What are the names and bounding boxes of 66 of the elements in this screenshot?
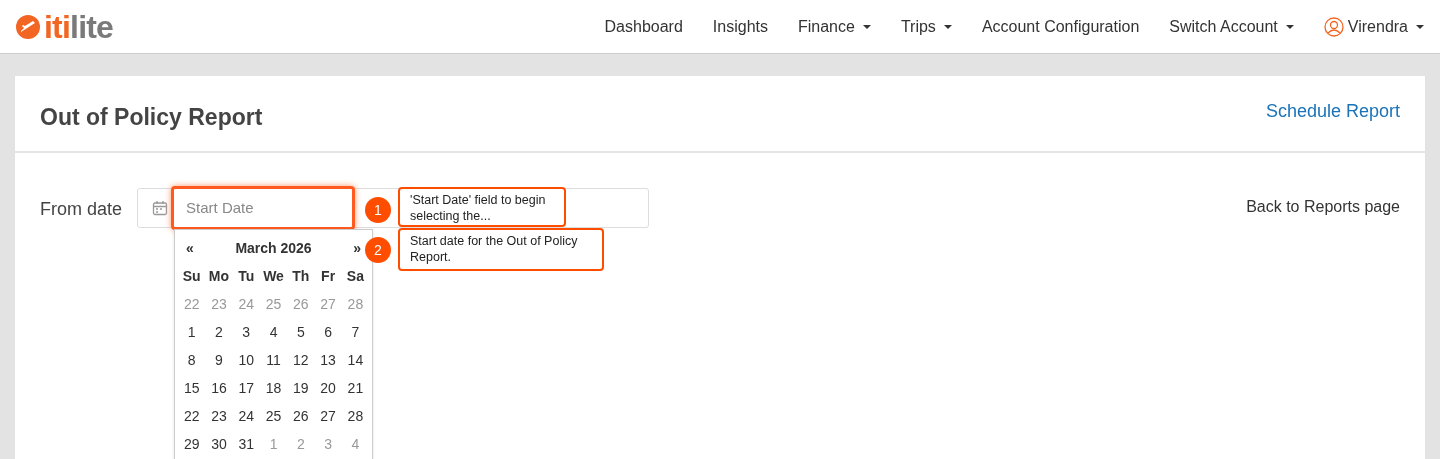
annotation-callout: Start date for the Out of Policy Report. xyxy=(398,228,604,271)
nav-link[interactable]: Account Configuration xyxy=(981,14,1140,39)
calendar-icon xyxy=(152,200,169,216)
calendar-day[interactable]: 31 xyxy=(232,430,260,458)
annotation-number-badge: 2 xyxy=(365,237,391,263)
calendar-day[interactable]: 28 xyxy=(341,402,370,430)
weekday-label: Su xyxy=(181,266,202,286)
user-menu[interactable]: Virendra xyxy=(1323,14,1424,39)
weekday-label: Mo xyxy=(207,266,231,286)
calendar-day[interactable]: 30 xyxy=(205,430,233,458)
calendar-day[interactable]: 11 xyxy=(259,346,288,374)
logo-text: itilite xyxy=(44,10,114,43)
start-date-input[interactable]: Start Date xyxy=(171,186,356,230)
calendar-day[interactable]: 25 xyxy=(259,402,288,430)
annotation-callout: 'Start Date' field to begin selecting the... xyxy=(398,187,566,227)
calendar-day[interactable]: 15 xyxy=(178,374,206,402)
field-label: From date xyxy=(40,198,123,221)
calendar-day[interactable]: 17 xyxy=(232,374,260,402)
back-to-reports-link[interactable]: Back to Reports page xyxy=(1246,195,1400,219)
calendar-day[interactable]: 6 xyxy=(314,318,342,346)
nav-link[interactable]: Trips xyxy=(900,14,952,39)
calendar-day[interactable]: 13 xyxy=(314,346,342,374)
previous-month-button[interactable]: « xyxy=(186,237,194,259)
weekday-label: Tu xyxy=(237,266,256,286)
calendar-day[interactable]: 10 xyxy=(232,346,260,374)
calendar-day[interactable]: 7 xyxy=(341,318,370,346)
weekday-label: We xyxy=(262,266,285,286)
calendar-day[interactable]: 8 xyxy=(178,346,206,374)
nav-link[interactable]: Insights xyxy=(712,14,768,39)
calendar-day[interactable]: 14 xyxy=(341,346,370,374)
calendar-day[interactable]: 12 xyxy=(287,346,315,374)
annotation-number-badge: 1 xyxy=(365,197,391,223)
calendar-day[interactable]: 26 xyxy=(287,402,315,430)
calendar-day[interactable]: 5 xyxy=(287,318,315,346)
calendar-day[interactable]: 1 xyxy=(178,318,206,346)
caret-icon xyxy=(943,24,952,29)
calendar-day[interactable]: 21 xyxy=(341,374,370,402)
calendar-day[interactable]: 24 xyxy=(232,402,260,430)
calendar-day[interactable]: 9 xyxy=(205,346,233,374)
calendar-day[interactable]: 29 xyxy=(178,430,206,458)
month-title[interactable]: March 2026 xyxy=(235,237,312,259)
plane-logo-icon xyxy=(16,14,40,39)
calendar-day[interactable]: 4 xyxy=(259,318,288,346)
user-icon xyxy=(1323,16,1344,37)
schedule-report-link[interactable]: Schedule Report xyxy=(1265,98,1400,125)
calendar-day[interactable]: 18 xyxy=(259,374,288,402)
caret-icon xyxy=(1285,24,1294,29)
calendar-day[interactable]: 23 xyxy=(205,402,233,430)
nav-link[interactable]: Finance xyxy=(798,14,871,39)
weekday-label: Sa xyxy=(345,266,365,286)
calendar-day[interactable]: 3 xyxy=(232,318,260,346)
caret-icon xyxy=(1416,24,1424,29)
caret-icon xyxy=(862,24,871,29)
calendar-day[interactable]: 27 xyxy=(314,402,342,430)
weekday-label: Fr xyxy=(320,266,337,286)
logo[interactable]: itilite xyxy=(16,10,114,43)
calendar-day[interactable]: 19 xyxy=(287,374,315,402)
next-month-button[interactable]: » xyxy=(353,237,362,259)
nav-link[interactable]: Dashboard xyxy=(604,14,683,39)
page-title: Out of Policy Report xyxy=(40,103,263,133)
nav-link[interactable]: Switch Account xyxy=(1169,14,1294,39)
calendar-day[interactable]: 20 xyxy=(314,374,342,402)
calendar-day[interactable]: 16 xyxy=(205,374,233,402)
calendar-day[interactable]: 22 xyxy=(178,402,206,430)
weekday-label: Th xyxy=(291,266,311,286)
calendar-day[interactable]: 2 xyxy=(205,318,233,346)
